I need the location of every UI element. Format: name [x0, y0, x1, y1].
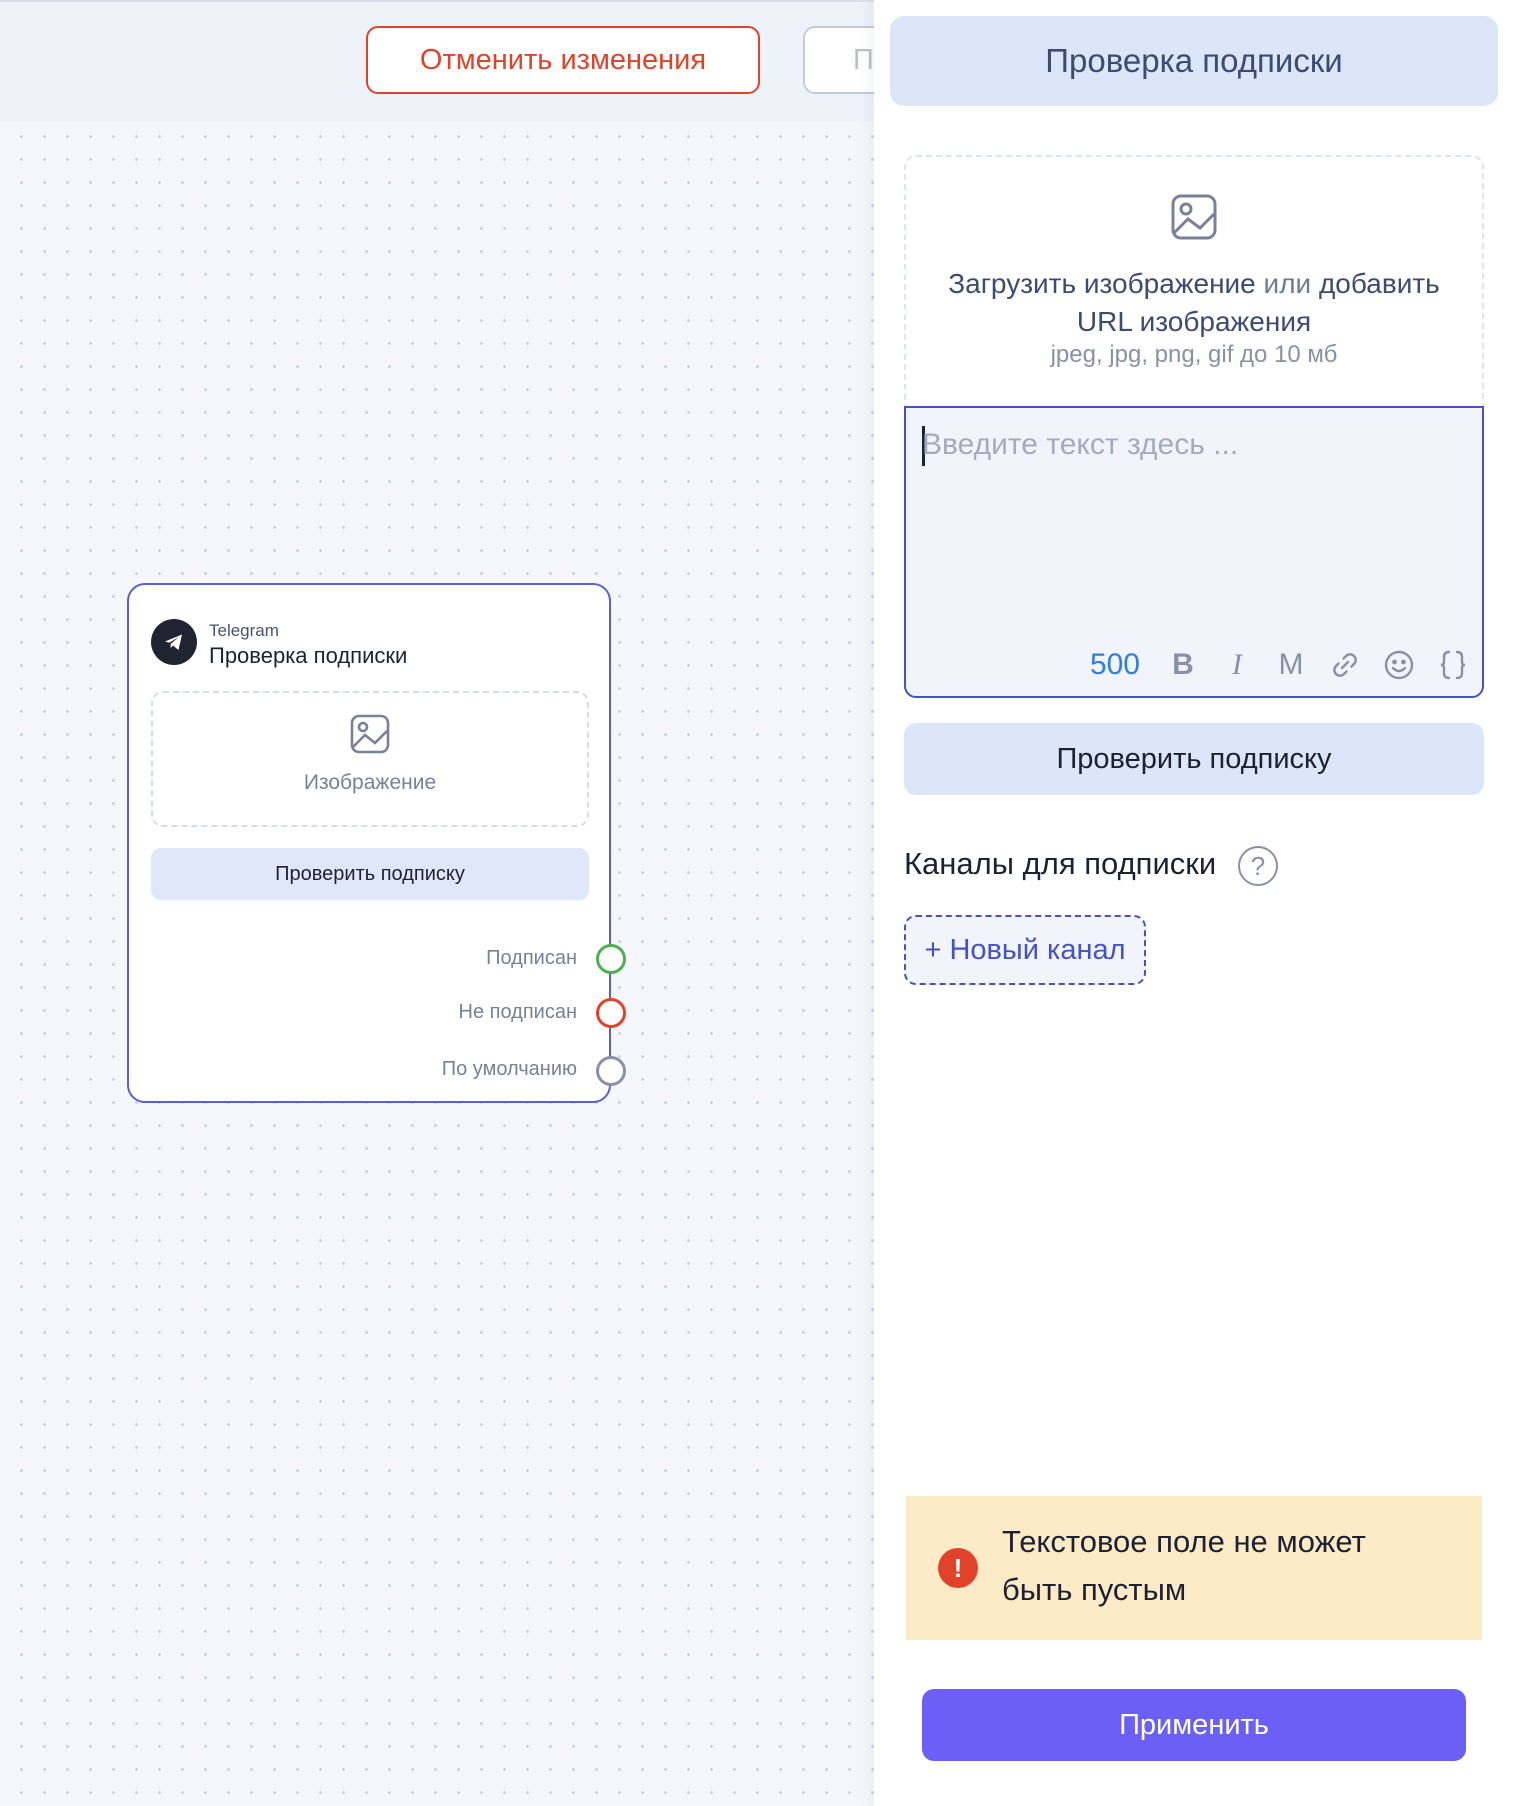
panel-title: Проверка подписки [890, 16, 1498, 106]
output-label-not-subscribed: Не подписан [458, 1001, 577, 1023]
check-subscription-button[interactable]: Проверить подписку [904, 723, 1484, 795]
telegram-icon [151, 619, 197, 665]
output-label-default: По умолчанию [441, 1058, 577, 1080]
editor-placeholder: Введите текст здесь ... [922, 428, 1239, 461]
flow-node-subscription-check[interactable]: Telegram Проверка подписки Изображение П… [127, 583, 626, 1103]
image-icon [349, 713, 391, 760]
message-text-editor[interactable]: Введите текст здесь ... 500 B I M [904, 406, 1484, 698]
variables-icon[interactable] [1436, 649, 1470, 681]
bold-button[interactable]: B [1166, 648, 1200, 682]
add-channel-button[interactable]: + Новый канал [904, 915, 1146, 985]
node-image-label: Изображение [303, 771, 437, 794]
help-icon[interactable]: ? [1238, 846, 1278, 886]
emoji-icon[interactable] [1382, 649, 1416, 681]
image-icon [1170, 193, 1218, 246]
node-title: Проверка подписки [209, 643, 408, 668]
add-url-link[interactable]: добавить [1319, 268, 1440, 299]
node-check-subscription-button[interactable]: Проверить подписку [151, 848, 589, 900]
output-label-subscribed: Подписан [486, 947, 577, 969]
upload-instructions: Загрузить изображение или добавить URL и… [906, 265, 1482, 341]
upload-format-hint: jpeg, jpg, png, gif до 10 мб [1050, 341, 1338, 368]
italic-button[interactable]: I [1220, 648, 1254, 682]
cancel-changes-button[interactable]: Отменить изменения [366, 26, 760, 94]
editor-toolbar: 500 B I M [1090, 648, 1470, 682]
flow-canvas[interactable]: Отменить изменения П Telegram Проверка п… [0, 0, 943, 1806]
output-port-not-subscribed[interactable] [596, 998, 626, 1028]
validation-warning: ! Текстовое поле не может быть пустым [906, 1496, 1482, 1640]
link-icon[interactable] [1328, 650, 1362, 680]
settings-panel: Проверка подписки Загрузить изображение … [874, 0, 1514, 1806]
alert-icon: ! [938, 1548, 978, 1588]
channels-section-title: Каналы для подписки [904, 846, 1217, 881]
monospace-button[interactable]: M [1274, 648, 1308, 682]
node-image-placeholder[interactable]: Изображение [151, 691, 589, 827]
output-port-default[interactable] [596, 1056, 626, 1086]
top-toolbar: Отменить изменения П [0, 0, 943, 122]
upload-or-text: или [1263, 268, 1312, 299]
warning-message: Текстовое поле не может быть пустым [1002, 1524, 1366, 1607]
node-platform-label: Telegram [209, 621, 279, 640]
char-counter: 500 [1089, 648, 1140, 681]
upload-image-link[interactable]: Загрузить изображение [948, 268, 1256, 299]
add-url-link-2[interactable]: URL изображения [1077, 306, 1311, 337]
output-port-subscribed[interactable] [596, 944, 626, 974]
image-upload-area[interactable]: Загрузить изображение или добавить URL и… [904, 155, 1484, 407]
apply-button[interactable]: Применить [922, 1689, 1466, 1761]
